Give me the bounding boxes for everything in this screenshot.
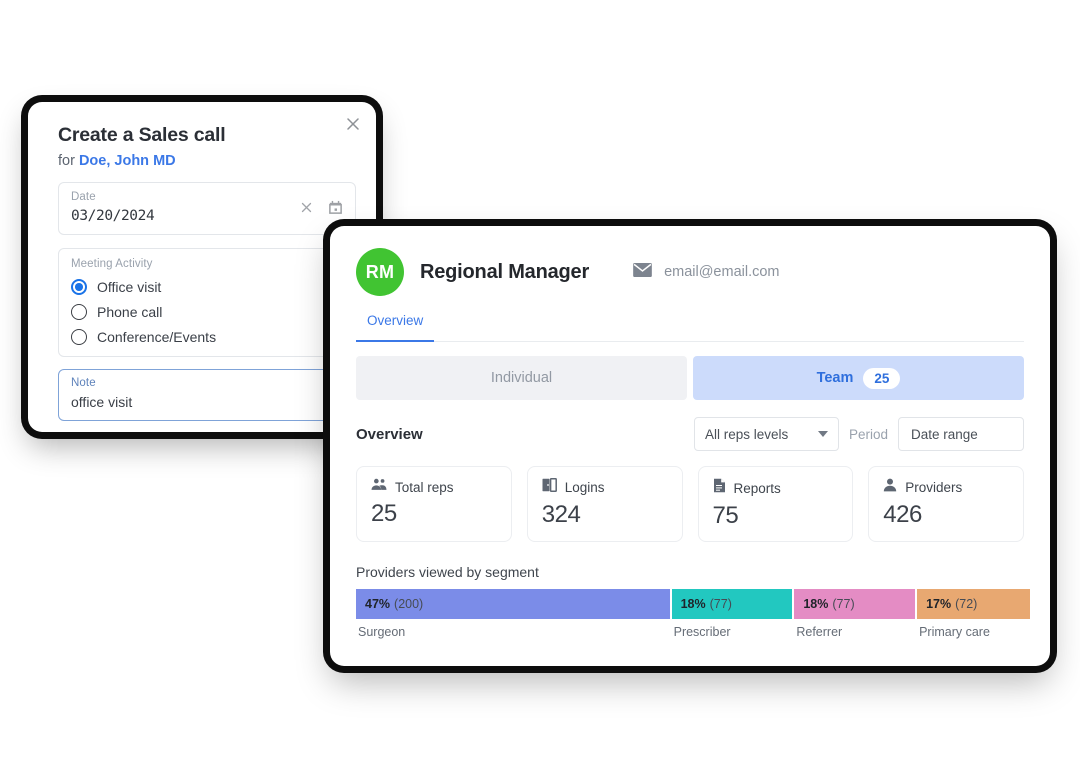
radio-option-office-visit[interactable]: Office visit: [71, 279, 343, 295]
tab-individual-label: Individual: [490, 370, 553, 386]
dialog-title-strong: Sales call: [138, 124, 226, 146]
note-field-value[interactable]: office visit: [71, 394, 343, 410]
page-title: Regional Manager: [420, 260, 590, 283]
screenshot-root: Create a Sales call for Doe, John MD Dat…: [0, 0, 1080, 774]
login-door-icon: [542, 478, 557, 497]
dialog-title: Create a Sales call: [58, 124, 356, 147]
dialog-provider-name[interactable]: Doe, John MD: [79, 153, 176, 169]
note-field-label: Note: [71, 377, 96, 389]
document-icon: [713, 478, 726, 498]
chevron-down-icon: [817, 431, 828, 437]
bar-segment-percent: 18%: [680, 597, 706, 611]
bar-segment-percent: 47%: [365, 597, 391, 611]
period-label: Period: [848, 426, 888, 442]
bar-segment-count: (77): [832, 597, 855, 611]
dialog-title-prefix: Create a: [58, 124, 139, 146]
scope-toggle: Individual Team 25: [356, 356, 1024, 400]
bar-segment-count: (77): [709, 597, 732, 611]
clear-icon[interactable]: [299, 200, 314, 220]
tab-overview[interactable]: Overview: [356, 313, 435, 342]
radio-option-phone-call[interactable]: Phone call: [71, 304, 343, 320]
bar-segment[interactable]: 47% (200): [356, 589, 670, 619]
tab-bar: Overview: [356, 313, 1024, 342]
reps-level-value: All reps levels: [704, 426, 789, 442]
stat-label: Total reps: [395, 479, 454, 495]
stat-label: Reports: [733, 480, 781, 496]
stat-value: 75: [712, 502, 739, 529]
bar-segment[interactable]: 18% (77): [794, 589, 916, 619]
radio-label: Phone call: [97, 304, 163, 320]
note-field[interactable]: Note office visit: [58, 369, 356, 421]
date-range-value: Date range: [911, 426, 978, 442]
date-field[interactable]: Date 03/20/2024: [58, 182, 356, 235]
dashboard-header: RM Regional Manager email@email.com: [356, 248, 1024, 296]
reps-level-select[interactable]: All reps levels: [693, 417, 839, 451]
meeting-activity-field: Meeting Activity Office visit Phone call: [58, 248, 356, 357]
email-block: email@email.com: [633, 262, 780, 282]
person-icon: [883, 478, 897, 497]
segment-bar-labels: Surgeon Prescriber Referrer Primary care: [356, 625, 1024, 639]
avatar: RM: [356, 248, 404, 296]
bar-segment[interactable]: 18% (77): [671, 589, 793, 619]
overview-controls-row: Overview All reps levels Period Date ran…: [356, 417, 1024, 451]
overview-heading: Overview: [356, 425, 423, 443]
radio-option-conference-events[interactable]: Conference/Events: [71, 329, 343, 345]
tab-team[interactable]: Team 25: [693, 356, 1024, 400]
dialog-for-prefix: for: [58, 153, 79, 169]
stat-card-reports: Reports 75: [697, 466, 854, 542]
radio-indicator: [71, 329, 87, 345]
bar-segment-label: Surgeon: [358, 625, 406, 639]
bar-segment-percent: 17%: [926, 597, 952, 611]
bar-segment[interactable]: 17% (72): [917, 589, 1030, 619]
bar-segment-label: Prescriber: [673, 625, 731, 639]
radio-label: Conference/Events: [97, 329, 217, 345]
stat-card-logins: Logins 324: [526, 466, 683, 542]
email-address[interactable]: email@email.com: [664, 264, 779, 280]
regional-manager-dashboard: RM Regional Manager email@email.com Over…: [330, 226, 1050, 666]
stat-cards: Total reps 25 Logins 324 Reports 75 Prov…: [356, 466, 1024, 542]
bar-segment-label: Primary care: [919, 625, 990, 639]
stat-card-providers: Providers 426: [868, 466, 1024, 542]
segment-bar-chart: 47% (200) 18% (77) 18% (77) 17% (72): [356, 589, 1030, 619]
radio-label: Office visit: [97, 279, 162, 295]
dialog-subtitle: for Doe, John MD: [58, 153, 356, 169]
calendar-icon[interactable]: [328, 200, 343, 220]
stat-value: 426: [883, 501, 922, 528]
envelope-icon: [633, 262, 652, 282]
stat-label: Logins: [564, 480, 605, 495]
radio-indicator: [71, 279, 87, 295]
tab-individual[interactable]: Individual: [356, 356, 687, 400]
date-range-input[interactable]: Date range: [898, 417, 1024, 451]
bar-segment-percent: 18%: [803, 597, 829, 611]
stat-value: 324: [541, 501, 581, 528]
bar-segment-count: (200): [394, 597, 424, 611]
stat-value: 25: [371, 500, 397, 527]
people-group-icon: [371, 478, 387, 496]
radio-indicator: [71, 304, 87, 320]
chart-title: Providers viewed by segment: [356, 564, 539, 580]
tab-team-label: Team: [816, 370, 854, 386]
stat-label: Providers: [905, 480, 963, 495]
stat-card-total-reps: Total reps 25: [356, 466, 512, 542]
bar-segment-label: Referrer: [796, 625, 843, 639]
bar-segment-count: (72): [955, 597, 978, 611]
create-sales-call-dialog: Create a Sales call for Doe, John MD Dat…: [28, 102, 376, 432]
close-icon[interactable]: [343, 114, 363, 134]
meeting-activity-label: Meeting Activity: [71, 258, 153, 270]
team-count-badge: 25: [863, 367, 901, 389]
